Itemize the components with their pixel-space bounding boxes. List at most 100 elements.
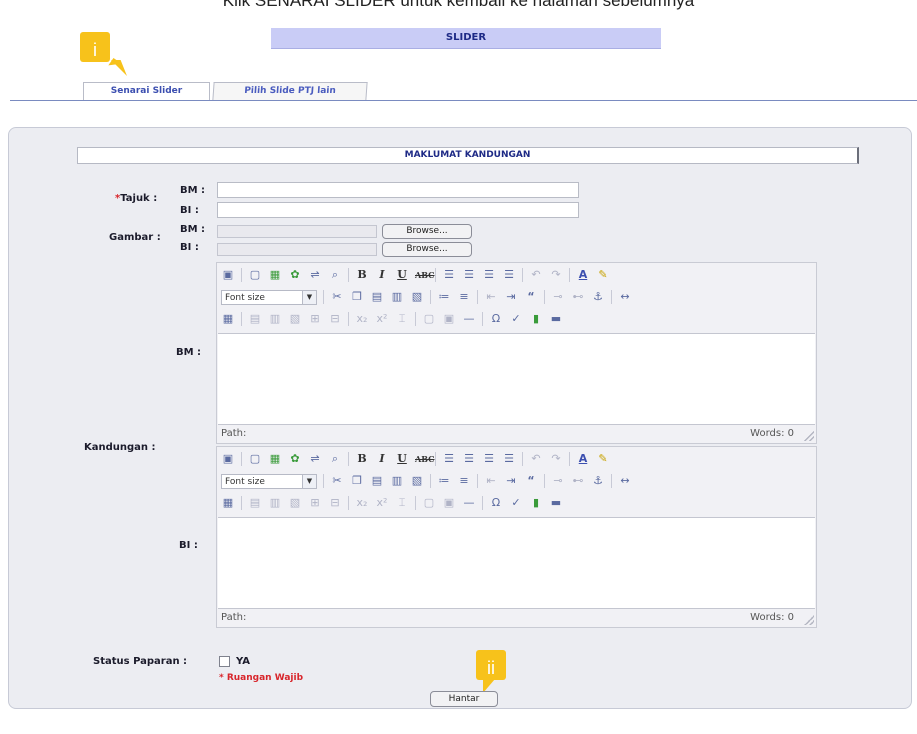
tajuk-bm-input[interactable] [217,182,579,198]
special-char-icon[interactable]: Ω [489,312,503,326]
align-right-icon[interactable]: ☰ [482,452,496,466]
insert-flash-icon[interactable]: ✿ [288,452,302,466]
separator-line-icon[interactable]: ▬ [549,312,563,326]
unlink-icon[interactable]: ⊸ [551,290,565,304]
table-props-icon[interactable]: ▧ [288,312,302,326]
align-right-icon[interactable]: ☰ [482,268,496,282]
paste-icon[interactable]: ▤ [370,474,384,488]
search-replace-icon[interactable]: ⌕ [328,268,342,282]
horizontal-rule-icon[interactable]: — [462,496,476,510]
tab-senarai-slider[interactable]: Senarai Slider [83,82,210,100]
tajuk-bi-input[interactable] [217,202,579,218]
unlink-icon[interactable]: ⊸ [551,474,565,488]
visual-aid-icon[interactable]: ▢ [422,496,436,510]
special-char-icon[interactable]: Ω [489,496,503,510]
numbered-list-icon[interactable]: ≡ [457,290,471,304]
table-props-icon[interactable]: ▧ [288,496,302,510]
outdent-icon[interactable]: ⇤ [484,474,498,488]
paste-text-icon[interactable]: ▥ [390,290,404,304]
table-row-icon[interactable]: ▤ [248,496,262,510]
insert-image-icon[interactable]: ▦ [268,452,282,466]
align-left-icon[interactable]: ☰ [442,452,456,466]
underline-icon[interactable]: U [395,452,409,466]
underline-icon[interactable]: U [395,268,409,282]
blockquote-icon[interactable]: “ [524,290,538,304]
gambar-bi-browse-button[interactable]: Browse... [382,242,472,257]
image-icon[interactable]: ▣ [221,452,235,466]
subscript-icon[interactable]: x₂ [355,496,369,510]
insert-table-icon[interactable]: ▦ [221,496,235,510]
insert-flash-icon[interactable]: ✿ [288,268,302,282]
gambar-bm-file-field[interactable] [217,225,377,238]
editor-content-area-bi[interactable] [218,517,815,609]
cut-icon[interactable]: ✂ [330,474,344,488]
hantar-submit-button[interactable]: Hantar [430,691,498,707]
spellcheck-icon[interactable]: ✓ [509,312,523,326]
strikethrough-icon[interactable]: ABC [415,452,434,466]
font-color-icon[interactable]: A [576,268,590,282]
superscript-icon[interactable]: x² [375,312,389,326]
status-ya-checkbox[interactable] [219,656,230,667]
cleanup-icon[interactable]: ⌶ [395,496,409,510]
insert-image-icon[interactable]: ▦ [268,268,282,282]
gambar-bm-browse-button[interactable]: Browse... [382,224,472,239]
resize-grip-icon[interactable] [804,431,814,441]
undo-icon[interactable]: ↶ [529,452,543,466]
align-center-icon[interactable]: ☰ [462,268,476,282]
visual-aid-icon[interactable]: ▢ [422,312,436,326]
align-justify-icon[interactable]: ☰ [502,268,516,282]
bold-icon[interactable]: B [355,268,369,282]
redo-icon[interactable]: ↷ [549,452,563,466]
paste-icon[interactable]: ▤ [370,290,384,304]
search-replace-icon[interactable]: ⌕ [328,452,342,466]
paste-text-icon[interactable]: ▥ [390,474,404,488]
superscript-icon[interactable]: x² [375,496,389,510]
spellcheck-icon[interactable]: ✓ [509,496,523,510]
paste-word-icon[interactable]: ▧ [410,290,424,304]
outdent-icon[interactable]: ⇤ [484,290,498,304]
bullet-list-icon[interactable]: ≔ [437,290,451,304]
indent-icon[interactable]: ⇥ [504,474,518,488]
paste-word-icon[interactable]: ▧ [410,474,424,488]
anchor-icon[interactable]: ⚓ [591,474,605,488]
bold-icon[interactable]: B [355,452,369,466]
italic-icon[interactable]: I [375,452,389,466]
table-row-icon[interactable]: ▤ [248,312,262,326]
blockquote-icon[interactable]: “ [524,474,538,488]
font-color-icon[interactable]: A [576,452,590,466]
media-icon[interactable]: ▮ [529,312,543,326]
separator-line-icon[interactable]: ▬ [549,496,563,510]
undo-icon[interactable]: ↶ [529,268,543,282]
numbered-list-icon[interactable]: ≡ [457,474,471,488]
image-icon[interactable]: ▣ [221,268,235,282]
link-icon[interactable]: ⊷ [571,290,585,304]
strikethrough-icon[interactable]: ABC [415,268,434,282]
tab-pilih-slide-ptj[interactable]: Pilih Slide PTJ lain [212,82,368,100]
highlight-icon[interactable]: ✎ [596,452,610,466]
copy-icon[interactable]: ❐ [350,474,364,488]
insert-link-icon[interactable]: ⇌ [308,452,322,466]
media-icon[interactable]: ▮ [529,496,543,510]
table-split-icon[interactable]: ⊞ [308,312,322,326]
highlight-icon[interactable]: ✎ [596,268,610,282]
horizontal-resize-icon[interactable]: ↔ [618,290,632,304]
resize-grip-icon[interactable] [804,615,814,625]
subscript-icon[interactable]: x₂ [355,312,369,326]
code-icon[interactable]: ▣ [442,312,456,326]
table-merge-icon[interactable]: ⊟ [328,496,342,510]
font-size-select[interactable]: Font size ▼ [221,473,317,489]
insert-link-icon[interactable]: ⇌ [308,268,322,282]
cut-icon[interactable]: ✂ [330,290,344,304]
align-center-icon[interactable]: ☰ [462,452,476,466]
editor-content-area-bm[interactable] [218,333,815,425]
italic-icon[interactable]: I [375,268,389,282]
table-col-icon[interactable]: ▥ [268,312,282,326]
link-icon[interactable]: ⊷ [571,474,585,488]
horizontal-resize-icon[interactable]: ↔ [618,474,632,488]
anchor-icon[interactable]: ⚓ [591,290,605,304]
table-merge-icon[interactable]: ⊟ [328,312,342,326]
horizontal-rule-icon[interactable]: — [462,312,476,326]
align-left-icon[interactable]: ☰ [442,268,456,282]
new-document-icon[interactable]: ▢ [248,268,262,282]
insert-table-icon[interactable]: ▦ [221,312,235,326]
